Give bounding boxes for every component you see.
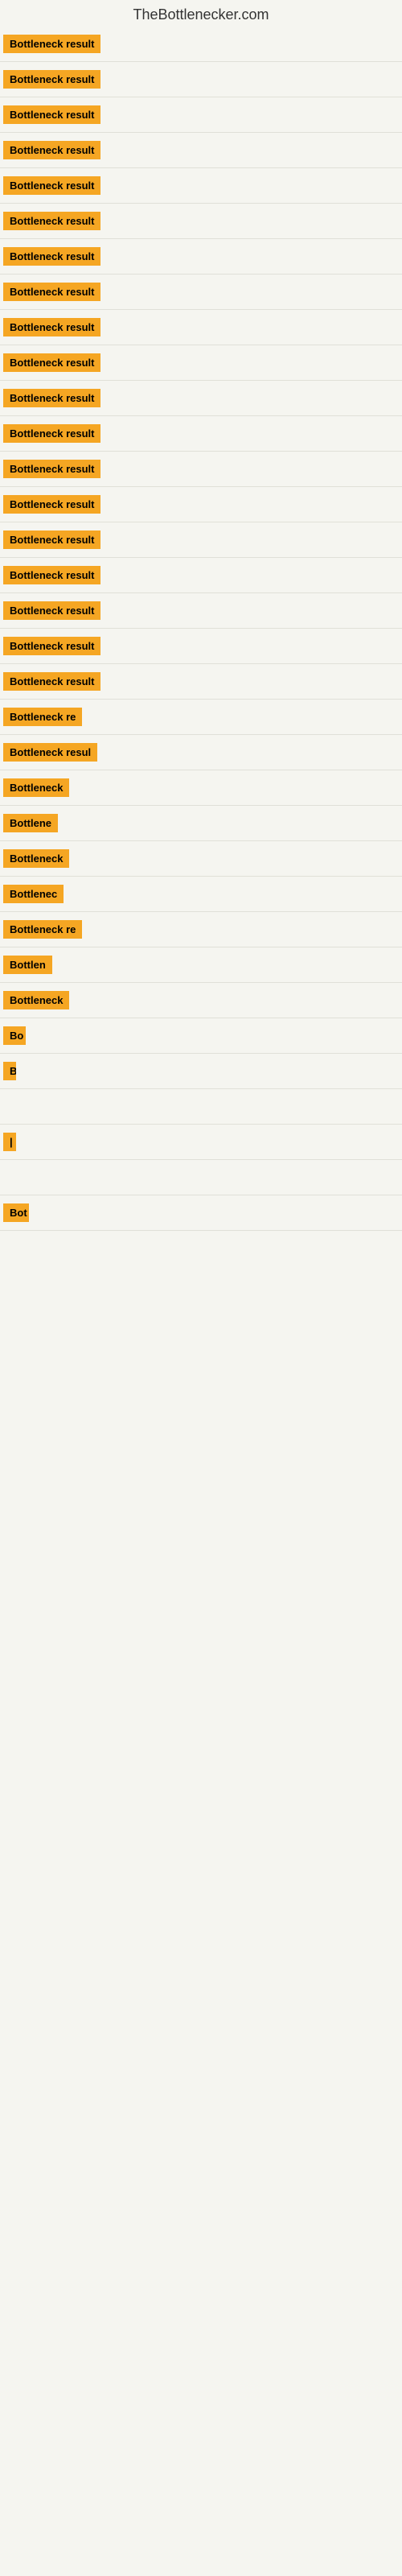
bottleneck-item: Bottleneck result: [0, 97, 402, 133]
bottleneck-badge[interactable]: Bottleneck result: [3, 212, 100, 230]
bottleneck-item: Bottleneck: [0, 983, 402, 1018]
bottleneck-badge[interactable]: Bottleneck result: [3, 141, 100, 159]
bottleneck-item: Bot: [0, 1195, 402, 1231]
bottleneck-item: Bottleneck result: [0, 62, 402, 97]
bottleneck-item: Bottleneck re: [0, 912, 402, 947]
bottleneck-item: |: [0, 1125, 402, 1160]
bottleneck-badge[interactable]: Bottlenec: [3, 885, 64, 903]
page-wrapper: TheBottlenecker.com Bottleneck resultBot…: [0, 0, 402, 2576]
bottleneck-item: Bottleneck result: [0, 522, 402, 558]
bottleneck-badge[interactable]: Bottleneck result: [3, 105, 100, 124]
bottleneck-badge[interactable]: Bottleneck result: [3, 637, 100, 655]
bottleneck-item: [0, 1089, 402, 1125]
bottleneck-badge[interactable]: Bottleneck: [3, 991, 69, 1009]
bottleneck-item: Bottleneck result: [0, 239, 402, 275]
bottleneck-badge[interactable]: Bottleneck result: [3, 601, 100, 620]
bottleneck-badge[interactable]: Bottleneck result: [3, 70, 100, 89]
bottleneck-badge[interactable]: Bottleneck: [3, 778, 69, 797]
bottleneck-item: B: [0, 1054, 402, 1089]
bottleneck-item: Bottleneck: [0, 841, 402, 877]
bottleneck-badge[interactable]: Bottleneck result: [3, 460, 100, 478]
bottleneck-badge[interactable]: Bottleneck result: [3, 424, 100, 443]
bottleneck-item: [0, 1160, 402, 1195]
bottleneck-badge[interactable]: Bottleneck result: [3, 672, 100, 691]
bottleneck-item: Bottleneck result: [0, 487, 402, 522]
bottleneck-item: Bottleneck result: [0, 168, 402, 204]
bottleneck-item: Bottleneck resul: [0, 735, 402, 770]
items-container: Bottleneck result Bottleneck result Bottle…: [0, 27, 402, 2519]
bottleneck-badge[interactable]: Bottleneck result: [3, 176, 100, 195]
bottleneck-badge[interactable]: Bottleneck result: [3, 495, 100, 514]
bottleneck-item: Bo: [0, 1018, 402, 1054]
bottleneck-badge[interactable]: Bottleneck result: [3, 283, 100, 301]
bottleneck-item: Bottleneck result: [0, 275, 402, 310]
bottleneck-item: Bottleneck result: [0, 27, 402, 62]
bottleneck-badge[interactable]: Bottleneck result: [3, 247, 100, 266]
bottleneck-badge[interactable]: Bot: [3, 1203, 29, 1222]
bottleneck-item: Bottlen: [0, 947, 402, 983]
bottleneck-badge[interactable]: Bottleneck result: [3, 530, 100, 549]
bottleneck-badge[interactable]: Bottlene: [3, 814, 58, 832]
bottleneck-item: Bottleneck result: [0, 416, 402, 452]
bottleneck-item: Bottleneck result: [0, 664, 402, 700]
bottleneck-item: Bottleneck re: [0, 700, 402, 735]
bottleneck-item: Bottleneck result: [0, 310, 402, 345]
bottleneck-item: Bottleneck result: [0, 204, 402, 239]
bottleneck-item: Bottleneck result: [0, 345, 402, 381]
bottleneck-badge[interactable]: Bottleneck result: [3, 353, 100, 372]
bottleneck-badge[interactable]: Bottlen: [3, 956, 52, 974]
bottleneck-item: Bottleneck result: [0, 133, 402, 168]
bottleneck-item: Bottleneck result: [0, 593, 402, 629]
bottleneck-item: Bottleneck: [0, 770, 402, 806]
bottleneck-badge[interactable]: Bottleneck: [3, 849, 69, 868]
bottleneck-item: Bottlenec: [0, 877, 402, 912]
bottleneck-badge[interactable]: Bottleneck re: [3, 920, 82, 939]
site-title: TheBottlenecker.com: [0, 0, 402, 27]
bottleneck-badge[interactable]: Bottleneck re: [3, 708, 82, 726]
bottleneck-item: Bottleneck result: [0, 629, 402, 664]
bottleneck-item: Bottleneck result: [0, 381, 402, 416]
bottleneck-badge[interactable]: Bo: [3, 1026, 26, 1045]
bottleneck-item: Bottleneck result: [0, 452, 402, 487]
bottleneck-badge[interactable]: |: [3, 1133, 16, 1151]
bottleneck-badge[interactable]: Bottleneck result: [3, 566, 100, 584]
bottleneck-badge[interactable]: Bottleneck resul: [3, 743, 97, 762]
bottleneck-badge[interactable]: Bottleneck result: [3, 389, 100, 407]
bottleneck-item: Bottlene: [0, 806, 402, 841]
bottleneck-item: Bottleneck result: [0, 558, 402, 593]
bottleneck-badge[interactable]: Bottleneck result: [3, 35, 100, 53]
bottleneck-badge[interactable]: B: [3, 1062, 16, 1080]
bottleneck-badge[interactable]: Bottleneck result: [3, 318, 100, 336]
